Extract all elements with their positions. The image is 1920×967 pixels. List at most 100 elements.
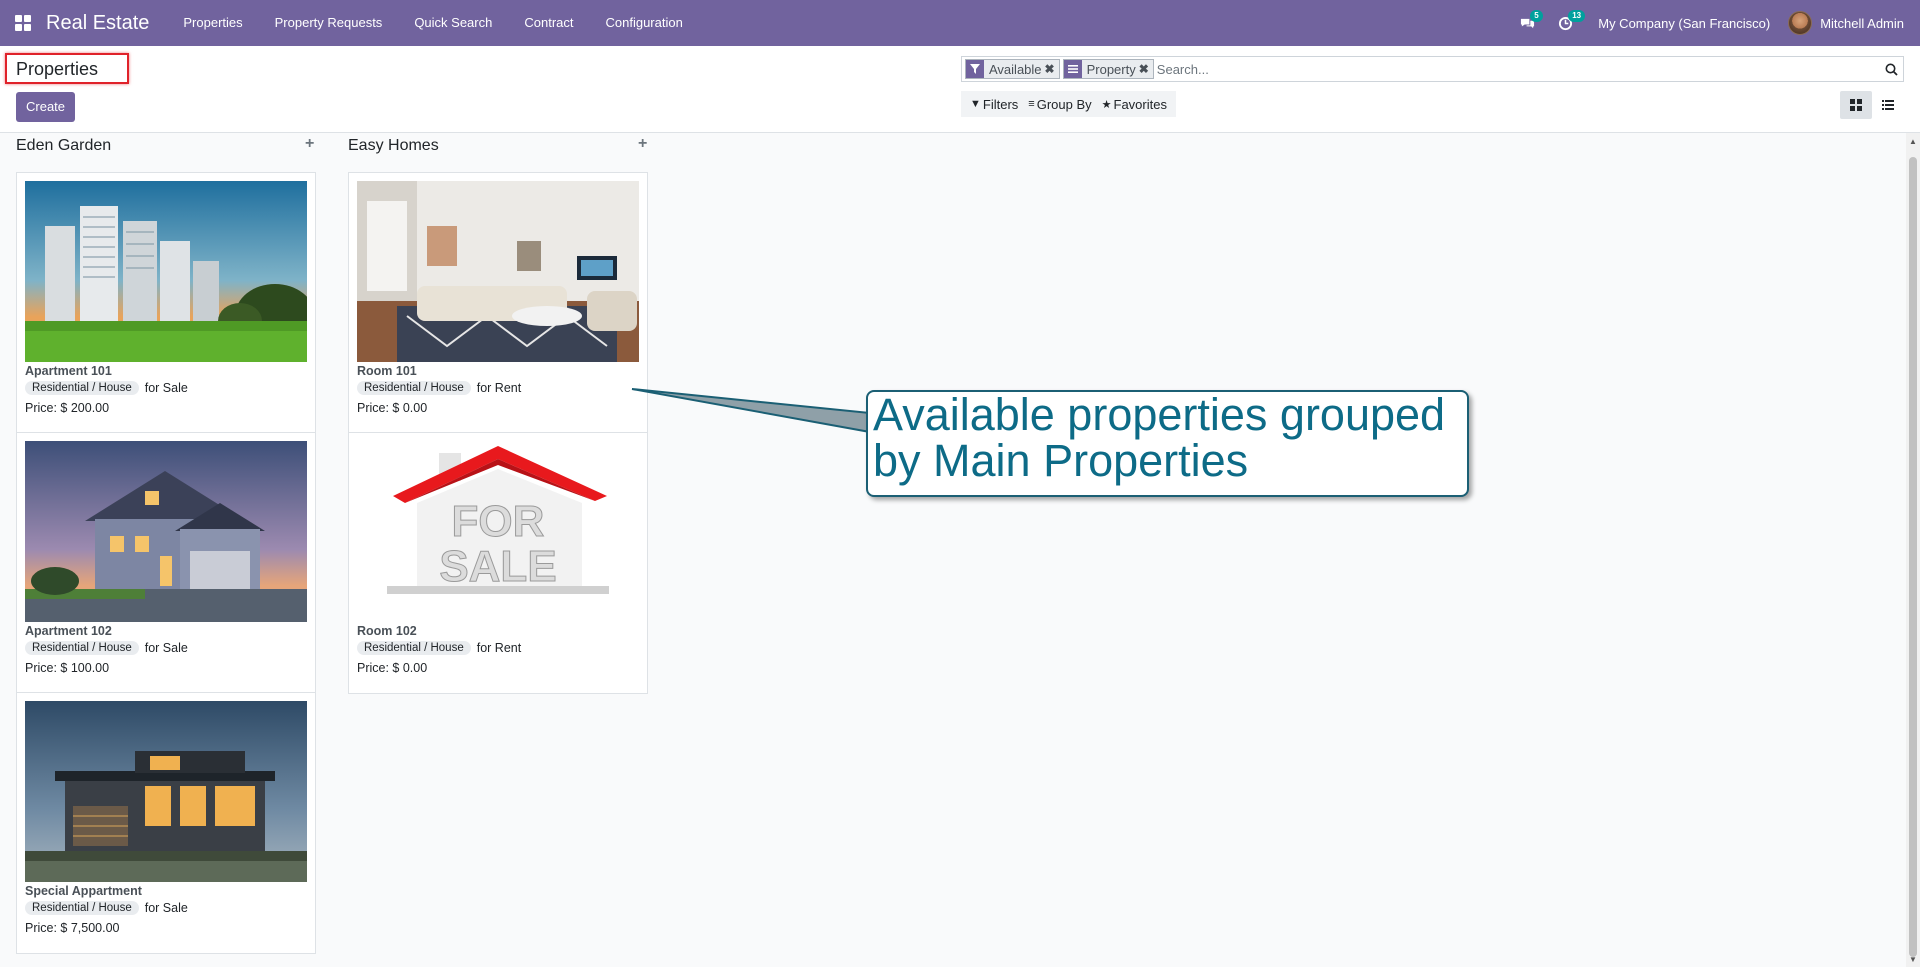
add-card-icon[interactable]: + [638, 135, 647, 153]
property-purpose: for Sale [144, 381, 188, 395]
column-title: Eden Garden [16, 137, 112, 154]
suburban-house-photo [25, 441, 307, 622]
favorites-dropdown[interactable]: ★ Favorites [1097, 97, 1172, 112]
facet-available: Available ✖ [965, 59, 1060, 79]
filters-dropdown[interactable]: ▼ Filters [965, 97, 1023, 112]
property-price: Price: $ 0.00 [357, 401, 428, 415]
property-name: Room 102 [357, 624, 417, 638]
create-button[interactable]: Create [16, 92, 76, 122]
svg-text:FOR: FOR [452, 497, 545, 546]
remove-facet-icon[interactable]: ✖ [1139, 62, 1153, 76]
scroll-thumb[interactable] [1909, 157, 1917, 957]
kanban-card[interactable]: Special Appartment Residential / House f… [17, 693, 315, 953]
search-input[interactable] [1156, 58, 1879, 80]
property-type-tag: Residential / House [25, 641, 139, 655]
breadcrumb-title: Properties [5, 53, 129, 84]
property-type-tag: Residential / House [25, 901, 139, 915]
facet-property: Property ✖ [1062, 59, 1154, 79]
group-by-label: Group By [1036, 96, 1092, 112]
user-avatar [1788, 11, 1813, 35]
apps-menu-icon[interactable] [0, 0, 46, 46]
callout-line-2: by Main Properties [873, 435, 1249, 486]
filter-icon [966, 60, 984, 78]
user-name: Mitchell Admin [1820, 15, 1904, 31]
property-purpose: for Rent [476, 641, 522, 655]
living-room-photo [357, 181, 639, 362]
menu-properties[interactable]: Properties [167, 0, 258, 46]
callout-line-1: Available properties grouped [873, 389, 1446, 440]
kanban-icon [1850, 99, 1862, 111]
kanban-card[interactable]: Room 101 Residential / House for Rent Pr… [349, 173, 647, 433]
kanban-board: Eden Garden + Apartment 101 Residential … [0, 133, 1906, 967]
property-name: Room 101 [357, 364, 417, 378]
activities-count-badge: 13 [1568, 10, 1586, 22]
search-bar: Available ✖ Property ✖ [961, 56, 1904, 82]
facet-label: Available [989, 61, 1042, 77]
filters-label: Filters [982, 96, 1019, 112]
add-card-icon[interactable]: + [305, 135, 314, 153]
property-name: Apartment 102 [25, 624, 112, 638]
column-cards: Room 101 Residential / House for Rent Pr… [348, 172, 648, 694]
property-type-tag: Residential / House [357, 641, 471, 655]
facet-label: Property [1086, 61, 1136, 77]
activities-button[interactable]: 13 [1546, 0, 1586, 46]
menu-quick-search[interactable]: Quick Search [398, 0, 508, 46]
property-type-tag: Residential / House [25, 381, 139, 395]
column-cards: Apartment 101 Residential / House for Sa… [16, 172, 316, 954]
vertical-scrollbar[interactable]: ▲ ▼ [1906, 133, 1920, 967]
property-price: Price: $ 0.00 [357, 661, 428, 675]
kanban-card[interactable]: Apartment 102 Residential / House for Sa… [17, 433, 315, 693]
top-navbar: Real Estate Properties Property Requests… [0, 0, 1920, 46]
kanban-column-easy-homes: Easy Homes + Room 101 Residential / Hous… [348, 133, 648, 694]
app-brand[interactable]: Real Estate [46, 12, 149, 35]
group-by-dropdown[interactable]: ≡ Group By [1023, 97, 1096, 112]
messages-count-badge: 5 [1530, 10, 1543, 22]
kanban-card[interactable]: Apartment 101 Residential / House for Sa… [17, 173, 315, 433]
kanban-column-eden-garden: Eden Garden + Apartment 101 Residential … [16, 133, 316, 954]
scroll-down-icon[interactable]: ▼ [1909, 955, 1917, 964]
property-purpose: for Sale [144, 901, 188, 915]
tower-blocks-photo [25, 181, 307, 362]
modern-villa-photo [25, 701, 307, 882]
callout-annotation: Available properties grouped by Main Pro… [866, 390, 1469, 497]
property-name: Apartment 101 [25, 364, 112, 378]
control-panel: Properties Create Available ✖ Property ✖… [0, 46, 1920, 133]
menu-configuration[interactable]: Configuration [590, 0, 699, 46]
property-tags: Residential / House for Rent [357, 641, 639, 655]
user-menu[interactable]: Mitchell Admin [1788, 11, 1920, 35]
property-price: Price: $ 7,500.00 [25, 921, 120, 935]
property-tags: Residential / House for Sale [25, 641, 307, 655]
star-icon: ★ [1101, 98, 1112, 111]
group-by-icon [1063, 60, 1082, 78]
column-title: Easy Homes [348, 137, 439, 154]
search-options: ▼ Filters ≡ Group By ★ Favorites [961, 91, 1176, 117]
svg-text:SALE: SALE [439, 542, 556, 591]
list-view-icon [1882, 100, 1894, 110]
property-name: Special Appartment [25, 884, 142, 898]
filter-icon: ▼ [970, 98, 981, 110]
view-switcher [1840, 91, 1904, 119]
messages-button[interactable]: 5 [1508, 0, 1546, 46]
property-type-tag: Residential / House [357, 381, 471, 395]
kanban-view-button[interactable] [1840, 91, 1872, 119]
column-header: Eden Garden + [16, 133, 316, 163]
kanban-card[interactable]: FOR SALE Room 102 Residential / House fo… [349, 433, 647, 693]
property-tags: Residential / House for Sale [25, 901, 307, 915]
property-price: Price: $ 200.00 [25, 401, 110, 415]
property-tags: Residential / House for Rent [357, 381, 639, 395]
property-price: Price: $ 100.00 [25, 661, 110, 675]
search-icon[interactable] [1879, 57, 1903, 81]
scroll-up-icon[interactable]: ▲ [1909, 137, 1917, 146]
for-sale-house-graphic: FOR SALE [357, 441, 639, 622]
property-purpose: for Rent [476, 381, 522, 395]
list-view-button[interactable] [1872, 91, 1904, 119]
menu-contract[interactable]: Contract [508, 0, 589, 46]
favorites-label: Favorites [1113, 96, 1167, 112]
column-header: Easy Homes + [348, 133, 648, 163]
property-purpose: for Sale [144, 641, 188, 655]
menu-property-requests[interactable]: Property Requests [259, 0, 399, 46]
remove-facet-icon[interactable]: ✖ [1045, 62, 1059, 76]
list-icon: ≡ [1028, 98, 1035, 110]
company-switcher[interactable]: My Company (San Francisco) [1584, 16, 1788, 31]
property-tags: Residential / House for Sale [25, 381, 307, 395]
